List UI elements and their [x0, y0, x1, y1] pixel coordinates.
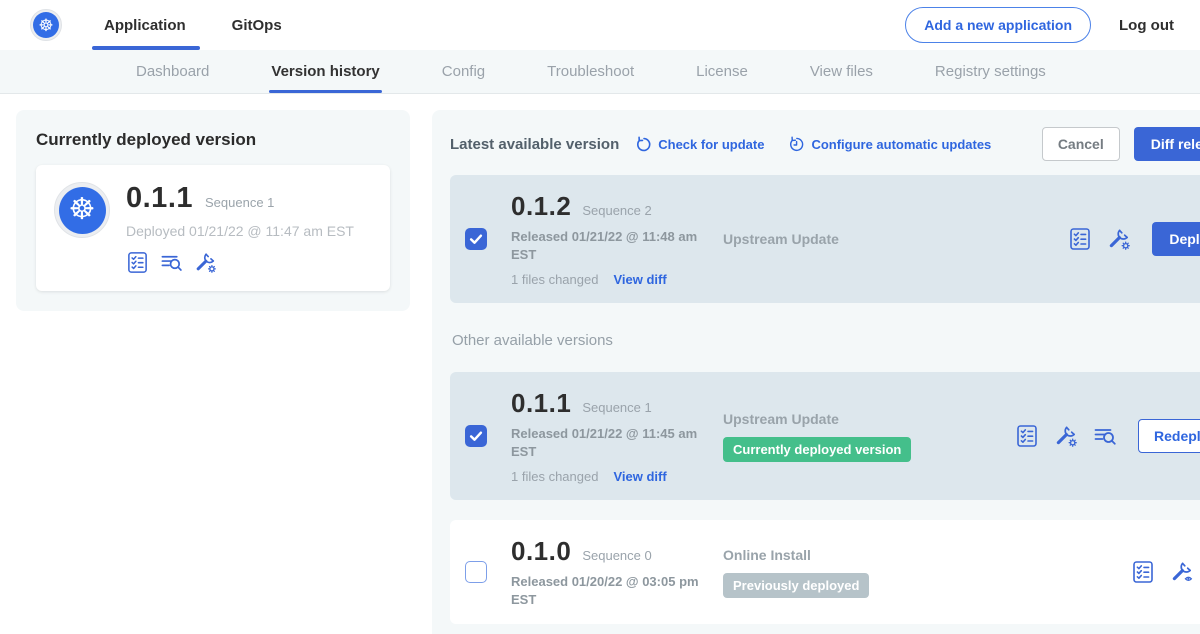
top-tab-application[interactable]: Application: [104, 0, 186, 50]
preflight-checks-icon[interactable]: [1131, 560, 1155, 584]
refresh-icon: [635, 136, 652, 153]
released-timestamp: Released 01/20/22 @ 03:05 pm EST: [511, 573, 711, 608]
version-row-0-1-0: 0.1.0 Sequence 0 Released 01/20/22 @ 03:…: [450, 520, 1200, 624]
sequence-label: Sequence 1: [582, 400, 651, 415]
tab-view-files[interactable]: View files: [810, 50, 873, 93]
deploy-button[interactable]: Deploy: [1152, 222, 1200, 256]
diff-releases-button[interactable]: Diff releases: [1134, 127, 1200, 161]
version-row-0-1-1: 0.1.1 Sequence 1 Released 01/21/22 @ 11:…: [450, 372, 1200, 500]
top-tab-gitops[interactable]: GitOps: [232, 0, 282, 50]
kubernetes-logo-icon: ☸: [33, 12, 59, 38]
logout-button[interactable]: Log out: [1119, 17, 1174, 34]
preflight-checks-icon[interactable]: [126, 251, 149, 274]
currently-deployed-panel: Currently deployed version ☸ 0.1.1 Seque…: [16, 110, 410, 311]
sequence-label: Sequence 2: [582, 203, 651, 218]
version-source-label: Online Install: [723, 547, 1015, 563]
top-tab-gitops-label: GitOps: [232, 17, 282, 34]
deploy-logs-icon[interactable]: [1093, 424, 1117, 448]
files-changed-label: 1 files changed: [511, 272, 598, 287]
edit-config-icon[interactable]: [1054, 424, 1078, 448]
previously-deployed-badge: Previously deployed: [723, 573, 869, 598]
latest-available-title: Latest available version: [450, 136, 619, 153]
preflight-checks-icon[interactable]: [1068, 227, 1092, 251]
view-diff-link[interactable]: View diff: [613, 272, 666, 287]
tab-dashboard[interactable]: Dashboard: [136, 50, 209, 93]
version-checkbox[interactable]: [465, 425, 487, 447]
check-for-update-button[interactable]: Check for update: [635, 136, 764, 153]
kubernetes-logo-ring: ☸: [30, 9, 62, 41]
checkmark-icon: [467, 230, 485, 248]
app-icon-badge: ☸: [54, 182, 110, 238]
other-available-versions-label: Other available versions: [452, 332, 1200, 349]
app-sub-nav: Dashboard Version history Config Trouble…: [0, 50, 1200, 94]
currently-deployed-title: Currently deployed version: [36, 130, 390, 150]
deployed-version-card: ☸ 0.1.1 Sequence 1 Deployed 01/21/22 @ 1…: [36, 165, 390, 291]
redeploy-button[interactable]: Redeploy: [1138, 419, 1200, 453]
app-logo[interactable]: ☸: [30, 0, 62, 50]
version-number: 0.1.2: [511, 191, 571, 222]
tab-registry-settings[interactable]: Registry settings: [935, 50, 1046, 93]
checkmark-icon: [467, 427, 485, 445]
version-source-label: Upstream Update: [723, 231, 1015, 247]
files-changed-label: 1 files changed: [511, 469, 598, 484]
check-for-update-label: Check for update: [658, 137, 764, 152]
sequence-label: Sequence 0: [582, 548, 651, 563]
view-diff-link[interactable]: View diff: [613, 469, 666, 484]
configure-automatic-updates-label: Configure automatic updates: [811, 137, 991, 152]
released-timestamp: Released 01/21/22 @ 11:48 am EST: [511, 228, 711, 263]
configure-automatic-updates-button[interactable]: Configure automatic updates: [788, 136, 991, 153]
edit-config-icon[interactable]: [194, 251, 217, 274]
version-number: 0.1.1: [511, 388, 571, 419]
deployed-version-number: 0.1.1: [126, 182, 193, 215]
view-config-icon[interactable]: [1170, 560, 1194, 584]
released-timestamp: Released 01/21/22 @ 11:45 am EST: [511, 425, 711, 460]
tab-troubleshoot[interactable]: Troubleshoot: [547, 50, 634, 93]
deploy-logs-icon[interactable]: [160, 251, 183, 274]
currently-deployed-badge: Currently deployed version: [723, 437, 911, 462]
version-source-label: Upstream Update: [723, 411, 1015, 427]
deployed-sequence-label: Sequence 1: [205, 195, 274, 210]
version-number: 0.1.0: [511, 536, 571, 567]
tab-version-history[interactable]: Version history: [271, 50, 379, 93]
cancel-button[interactable]: Cancel: [1042, 127, 1120, 161]
version-checkbox[interactable]: [465, 561, 487, 583]
preflight-checks-icon[interactable]: [1015, 424, 1039, 448]
deployed-timestamp: Deployed 01/21/22 @ 11:47 am EST: [126, 223, 354, 239]
top-nav: ☸ Application GitOps Add a new applicati…: [0, 0, 1200, 50]
add-new-application-button[interactable]: Add a new application: [905, 7, 1091, 43]
edit-config-icon[interactable]: [1107, 227, 1131, 251]
version-row-0-1-2: 0.1.2 Sequence 2 Released 01/21/22 @ 11:…: [450, 175, 1200, 303]
tab-license[interactable]: License: [696, 50, 748, 93]
kubernetes-app-icon: ☸: [59, 187, 106, 234]
version-history-panel: Latest available version Check for updat…: [432, 110, 1200, 634]
version-checkbox[interactable]: [465, 228, 487, 250]
tab-config[interactable]: Config: [442, 50, 485, 93]
auto-update-clock-icon: [788, 136, 805, 153]
top-tab-application-label: Application: [104, 17, 186, 34]
checkmark-icon: [467, 563, 485, 581]
